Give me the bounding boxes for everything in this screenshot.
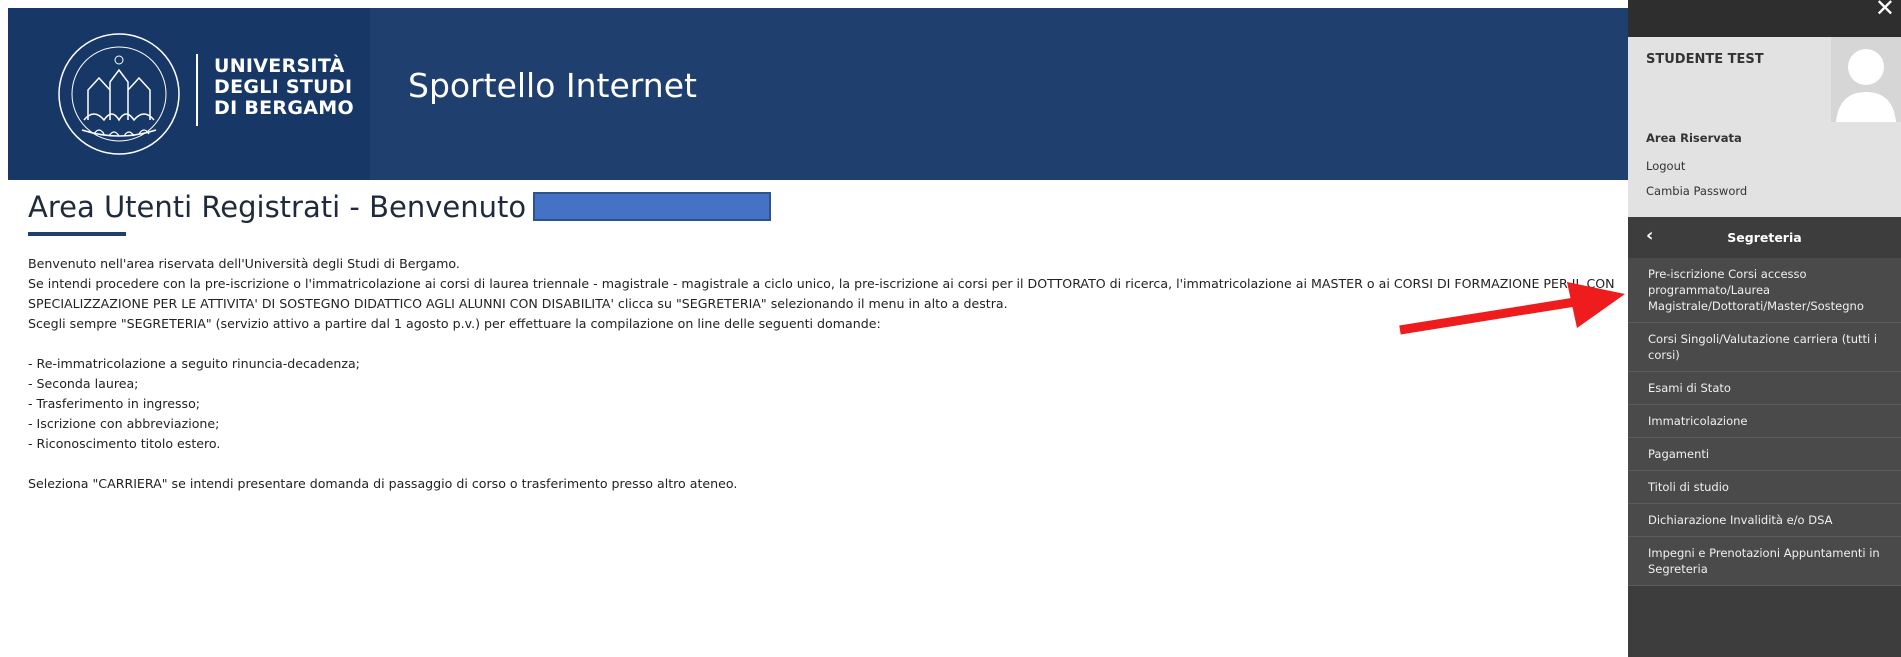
area-riservata-link[interactable]: Area Riservata	[1646, 131, 1742, 145]
paragraph: Se intendi procedere con la pre-iscrizio…	[28, 276, 1615, 291]
menu-item-appuntamenti[interactable]: Impegni e Prenotazioni Appuntamenti in S…	[1628, 537, 1901, 586]
paragraph: Benvenuto nell'area riservata dell'Unive…	[28, 256, 460, 271]
change-password-link[interactable]: Cambia Password	[1646, 184, 1747, 198]
list-item: - Re-immatricolazione a seguito rinuncia…	[28, 356, 360, 371]
menu-item-invalidita-dsa[interactable]: Dichiarazione Invalidità e/o DSA	[1628, 504, 1901, 537]
list-item: - Riconoscimento titolo estero.	[28, 436, 221, 451]
side-menu-panel: ✕ STUDENTE TEST Area Riservata Logout Ca…	[1628, 0, 1901, 657]
close-icon[interactable]: ✕	[1875, 0, 1895, 22]
portal-title: Sportello Internet	[408, 66, 697, 105]
paragraph: SPECIALIZZAZIONE PER LE ATTIVITA' DI SOS…	[28, 296, 1008, 311]
user-name: STUDENTE TEST	[1646, 52, 1764, 67]
segreteria-header: ‹ Segreteria	[1628, 217, 1901, 257]
redacted-username	[533, 192, 771, 221]
university-logo[interactable]: UNIVERSITÀ DEGLI STUDI DI BERGAMO	[8, 8, 370, 180]
menu-item-esami-di-stato[interactable]: Esami di Stato	[1628, 372, 1901, 405]
welcome-text: Benvenuto nell'area riservata dell'Unive…	[28, 254, 1628, 494]
logo-line: DI BERGAMO	[214, 97, 354, 119]
menu-item-immatricolazione[interactable]: Immatricolazione	[1628, 405, 1901, 438]
logo-divider	[196, 54, 198, 126]
site-header: UNIVERSITÀ DEGLI STUDI DI BERGAMO Sporte…	[8, 8, 1628, 180]
menu-item-preiscrizione[interactable]: Pre-iscrizione Corsi accesso programmato…	[1628, 258, 1901, 323]
page-title: Area Utenti Registrati - Benvenuto	[28, 190, 527, 224]
segreteria-menu: Pre-iscrizione Corsi accesso programmato…	[1628, 258, 1901, 586]
logo-line: DEGLI STUDI	[214, 76, 353, 98]
paragraph: Seleziona "CARRIERA" se intendi presenta…	[28, 476, 738, 491]
list-item: - Iscrizione con abbreviazione;	[28, 416, 220, 431]
avatar-icon	[1831, 37, 1901, 122]
university-seal-icon	[58, 33, 180, 155]
user-box: STUDENTE TEST Area Riservata Logout Camb…	[1628, 37, 1901, 217]
logo-wordmark: UNIVERSITÀ DEGLI STUDI DI BERGAMO	[214, 56, 354, 119]
logout-link[interactable]: Logout	[1646, 159, 1685, 173]
panel-topbar: ✕	[1628, 0, 1901, 37]
annotation-arrow-icon	[1399, 282, 1625, 335]
paragraph: Scegli sempre "SEGRETERIA" (servizio att…	[28, 316, 881, 331]
list-item: - Trasferimento in ingresso;	[28, 396, 201, 411]
segreteria-title: Segreteria	[1727, 230, 1802, 245]
logo-line: UNIVERSITÀ	[214, 55, 345, 77]
title-underline	[28, 232, 126, 236]
list-item: - Seconda laurea;	[28, 376, 139, 391]
menu-item-pagamenti[interactable]: Pagamenti	[1628, 438, 1901, 471]
menu-item-corsi-singoli[interactable]: Corsi Singoli/Valutazione carriera (tutt…	[1628, 323, 1901, 372]
menu-item-titoli-di-studio[interactable]: Titoli di studio	[1628, 471, 1901, 504]
